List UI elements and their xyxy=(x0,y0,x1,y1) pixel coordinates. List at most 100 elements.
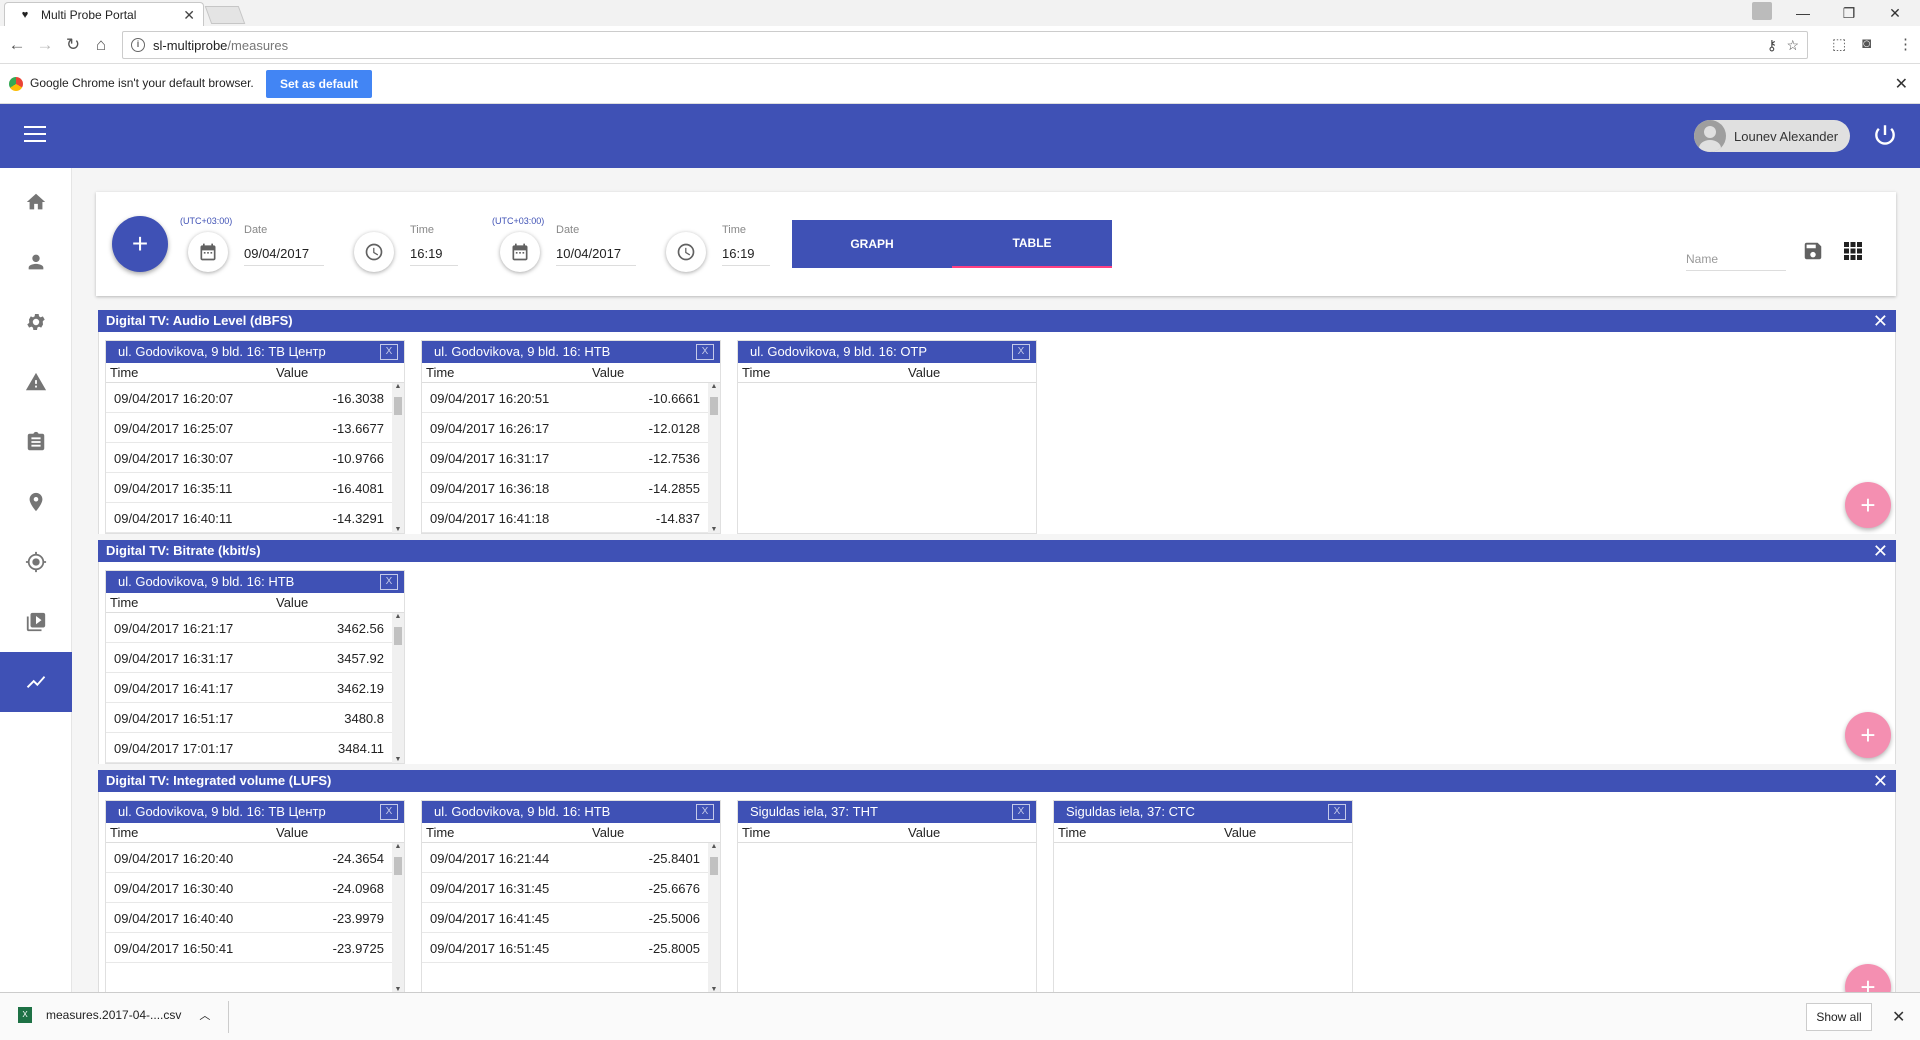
table-row[interactable]: 09/04/2017 16:35:11 -16.4081 xyxy=(106,473,404,503)
table-row[interactable]: 09/04/2017 16:30:40 -24.0968 xyxy=(106,873,404,903)
cell-value: -10.9766 xyxy=(332,451,384,466)
browser-tab[interactable]: ♥ Multi Probe Portal ✕ xyxy=(4,2,204,26)
back-icon[interactable]: ← xyxy=(6,34,28,56)
end-time-field[interactable]: 16:19 xyxy=(722,246,770,266)
table-row[interactable]: 09/04/2017 16:31:45 -25.6676 xyxy=(422,873,720,903)
table-row[interactable]: 09/04/2017 16:20:51 -10.6661 xyxy=(422,383,720,413)
bookmark-star-icon[interactable]: ☆ xyxy=(1786,37,1799,54)
show-all-button[interactable]: Show all xyxy=(1806,1003,1872,1031)
end-date-field[interactable]: 10/04/2017 xyxy=(556,246,636,266)
home-icon[interactable]: ⌂ xyxy=(90,34,112,56)
export-excel-icon[interactable]: X xyxy=(380,344,398,360)
infobar-close-icon[interactable]: ✕ xyxy=(1895,74,1908,94)
table-row[interactable]: 09/04/2017 16:30:07 -10.9766 xyxy=(106,443,404,473)
reload-icon[interactable]: ↻ xyxy=(62,34,84,56)
sidebar-item-video[interactable] xyxy=(0,592,72,652)
table-tab[interactable]: TABLE xyxy=(952,220,1112,268)
section-close-icon[interactable]: ✕ xyxy=(1873,540,1888,562)
table-scrollbar[interactable]: ▲ ▼ xyxy=(392,383,404,533)
table-row[interactable]: 09/04/2017 16:40:40 -23.9979 xyxy=(106,903,404,933)
power-icon[interactable] xyxy=(1872,122,1898,148)
sidebar-item-probes[interactable] xyxy=(0,532,72,592)
graph-tab[interactable]: GRAPH xyxy=(792,220,952,268)
add-measure-button[interactable]: + xyxy=(112,216,168,272)
sidebar-item-home[interactable] xyxy=(0,172,72,232)
table-row[interactable]: 09/04/2017 16:50:41 -23.9725 xyxy=(106,933,404,963)
grid-view-icon[interactable] xyxy=(1844,242,1862,260)
section-close-icon[interactable]: ✕ xyxy=(1873,310,1888,332)
download-item[interactable]: X measures.2017-04-....csv ︿ xyxy=(18,1007,210,1023)
export-excel-icon[interactable]: X xyxy=(380,574,398,590)
address-bar[interactable]: i sl-multiprobe/measures ⚷ ☆ xyxy=(122,31,1808,59)
export-excel-icon[interactable]: X xyxy=(696,804,714,820)
table-row[interactable]: 09/04/2017 16:31:17 -12.7536 xyxy=(422,443,720,473)
table-row[interactable]: 09/04/2017 16:41:45 -25.5006 xyxy=(422,903,720,933)
table-row[interactable]: 09/04/2017 16:51:17 3480.8 xyxy=(106,703,404,733)
site-info-icon[interactable]: i xyxy=(131,38,145,52)
cell-value: -23.9725 xyxy=(332,941,384,956)
set-default-button[interactable]: Set as default xyxy=(266,70,372,98)
new-tab-button[interactable] xyxy=(204,6,246,24)
window-close-icon[interactable]: ✕ xyxy=(1872,0,1918,26)
start-date-picker-button[interactable] xyxy=(188,232,228,272)
measure-table: ul. Godovikova, 9 bld. 16: НТВ X Time Valu… xyxy=(105,570,405,764)
sidebar-item-settings[interactable] xyxy=(0,292,72,352)
layout-name-input[interactable]: Name xyxy=(1686,252,1786,271)
cell-value: 3462.56 xyxy=(337,621,384,636)
table-row[interactable]: 09/04/2017 16:20:07 -16.3038 xyxy=(106,383,404,413)
table-scrollbar[interactable]: ▲ ▼ xyxy=(708,843,720,992)
minimize-icon[interactable]: — xyxy=(1780,0,1826,26)
table-row[interactable]: 09/04/2017 16:41:18 -14.837 xyxy=(422,503,720,533)
save-icon[interactable] xyxy=(1802,240,1824,262)
sidebar-item-reports[interactable] xyxy=(0,412,72,472)
table-scrollbar[interactable]: ▲ ▼ xyxy=(392,613,404,763)
table-row[interactable]: 09/04/2017 16:20:40 -24.3654 xyxy=(106,843,404,873)
table-row[interactable]: 09/04/2017 16:31:17 3457.92 xyxy=(106,643,404,673)
extension-icon[interactable]: ⬚ xyxy=(1832,35,1846,53)
table-row[interactable]: 09/04/2017 16:26:17 -12.0128 xyxy=(422,413,720,443)
hamburger-menu-icon[interactable] xyxy=(24,126,46,144)
export-excel-icon[interactable]: X xyxy=(1012,804,1030,820)
export-excel-icon[interactable]: X xyxy=(380,804,398,820)
forward-icon[interactable]: → xyxy=(34,34,56,56)
table-row[interactable]: 09/04/2017 16:25:07 -13.6677 xyxy=(106,413,404,443)
section-close-icon[interactable]: ✕ xyxy=(1873,770,1888,792)
start-time-field[interactable]: 16:19 xyxy=(410,246,458,266)
export-excel-icon[interactable]: X xyxy=(1328,804,1346,820)
table-scrollbar[interactable]: ▲ ▼ xyxy=(392,843,404,992)
table-scrollbar[interactable]: ▲ ▼ xyxy=(708,383,720,533)
end-date-picker-button[interactable] xyxy=(500,232,540,272)
add-table-button[interactable]: + xyxy=(1845,712,1891,758)
column-time: Time xyxy=(742,365,771,380)
column-headers: Time Value xyxy=(422,363,720,383)
add-table-button[interactable]: + xyxy=(1845,482,1891,528)
start-time-picker-button[interactable] xyxy=(354,232,394,272)
start-date-field[interactable]: 09/04/2017 xyxy=(244,246,324,266)
chevron-up-icon[interactable]: ︿ xyxy=(199,1007,210,1023)
incognito-extension-icon[interactable]: ◙ xyxy=(1862,35,1871,52)
table-row[interactable]: 09/04/2017 17:01:17 3484.11 xyxy=(106,733,404,763)
restore-icon[interactable]: ❐ xyxy=(1826,0,1872,26)
end-time-picker-button[interactable] xyxy=(666,232,706,272)
table-row[interactable]: 09/04/2017 16:40:11 -14.3291 xyxy=(106,503,404,533)
key-icon[interactable]: ⚷ xyxy=(1767,37,1777,54)
user-chip[interactable]: Lounev Alexander xyxy=(1694,120,1850,152)
table-row[interactable]: 09/04/2017 16:41:17 3462.19 xyxy=(106,673,404,703)
crosshair-icon xyxy=(25,551,47,573)
sidebar-item-alarms[interactable] xyxy=(0,352,72,412)
sidebar-item-map[interactable] xyxy=(0,472,72,532)
sidebar-item-users[interactable] xyxy=(0,232,72,292)
export-excel-icon[interactable]: X xyxy=(696,344,714,360)
table-row[interactable]: 09/04/2017 16:21:44 -25.8401 xyxy=(422,843,720,873)
table-row[interactable]: 09/04/2017 16:21:17 3462.56 xyxy=(106,613,404,643)
export-excel-icon[interactable]: X xyxy=(1012,344,1030,360)
chrome-menu-icon[interactable]: ⋮ xyxy=(1898,35,1913,53)
cell-time: 09/04/2017 16:20:40 xyxy=(114,851,234,866)
tab-close-icon[interactable]: ✕ xyxy=(183,7,195,24)
sidebar-item-measures[interactable] xyxy=(0,652,72,712)
add-table-button[interactable]: + xyxy=(1845,964,1891,992)
table-row[interactable]: 09/04/2017 16:51:45 -25.8005 xyxy=(422,933,720,963)
table-row[interactable]: 09/04/2017 16:36:18 -14.2855 xyxy=(422,473,720,503)
chrome-profile-icon[interactable] xyxy=(1752,2,1772,20)
download-bar-close-icon[interactable]: ✕ xyxy=(1892,1007,1905,1027)
